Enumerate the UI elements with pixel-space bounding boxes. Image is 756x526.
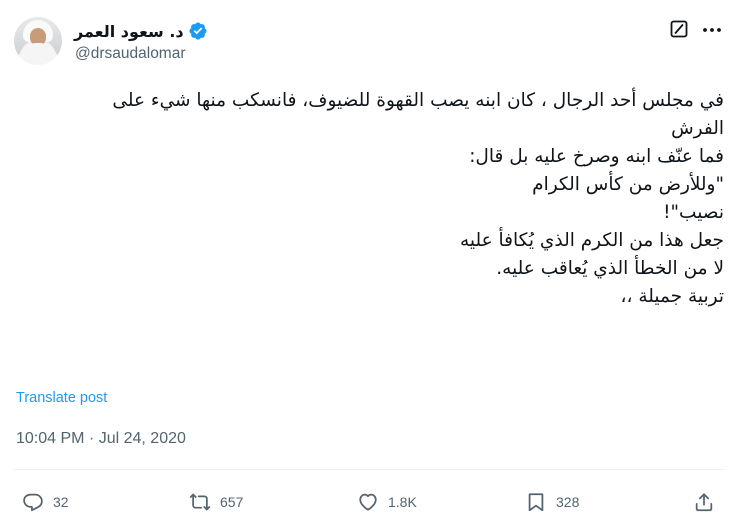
post-text-line: نصيب"! <box>663 202 724 223</box>
author-display-name[interactable]: د. سعود العمر <box>74 22 184 41</box>
post-text-line: جعل هذا من الكرم الذي يُكافأ عليه <box>459 230 724 251</box>
reply-icon <box>23 493 43 512</box>
post-text-line: "وللأرض من كأس الكرام <box>532 174 724 195</box>
post-text-line: تربية جميلة ،، <box>620 286 724 307</box>
share-button[interactable] <box>693 491 715 513</box>
like-button[interactable]: 1.8K <box>357 491 417 513</box>
bookmark-count: 328 <box>556 494 580 510</box>
like-count: 1.8K <box>388 494 417 510</box>
author-handle[interactable]: @drsaudalomar <box>75 45 186 63</box>
post-text-line: الفرش <box>671 118 724 139</box>
share-icon <box>695 493 713 512</box>
verified-badge-icon[interactable] <box>188 21 208 41</box>
repost-button[interactable]: 657 <box>189 491 243 513</box>
repost-icon <box>189 493 211 511</box>
bookmark-button[interactable]: 328 <box>525 491 579 513</box>
post-header: د. سعود العمر @drsaudalomar <box>0 0 756 75</box>
action-bar: 32 657 1.8K 328 <box>0 482 756 526</box>
bookmark-icon <box>528 493 544 512</box>
reply-button[interactable]: 32 <box>22 491 69 513</box>
reply-count: 32 <box>53 494 69 510</box>
post-text-line: لا من الخطأ الذي يُعاقب عليه. <box>496 258 724 279</box>
divider <box>14 469 726 470</box>
avatar-garment <box>18 43 58 65</box>
post-text-line: في مجلس أحد الرجال ، كان ابنه يصب القهوة… <box>112 90 724 111</box>
name-row: د. سعود العمر <box>74 20 208 42</box>
post-text: في مجلس أحد الرجال ، كان ابنه يصب القهوة… <box>24 87 724 311</box>
post-timestamp[interactable]: 10:04 PM · Jul 24, 2020 <box>16 430 186 448</box>
repost-count: 657 <box>220 494 244 510</box>
grok-icon[interactable] <box>669 19 689 39</box>
translate-post-link[interactable]: Translate post <box>16 390 107 406</box>
avatar[interactable] <box>14 17 62 65</box>
more-icon[interactable] <box>701 19 723 41</box>
post-text-line: فما عنّف ابنه وصرخ عليه بل قال: <box>469 146 724 167</box>
like-icon <box>359 493 377 511</box>
